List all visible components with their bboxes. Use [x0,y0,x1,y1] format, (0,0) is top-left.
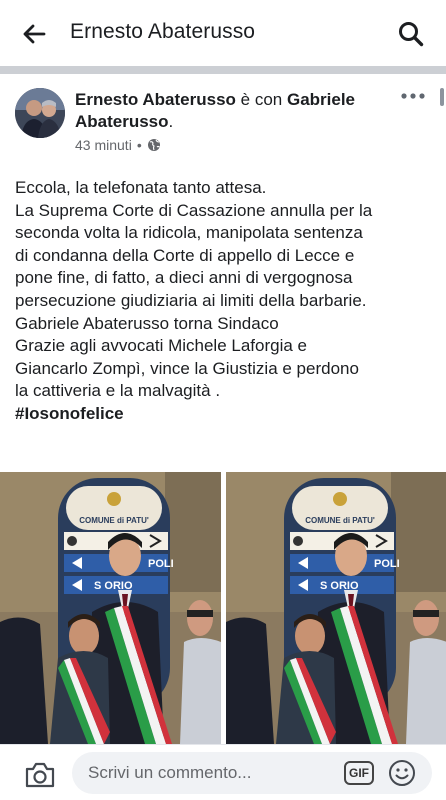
author-name[interactable]: Ernesto Abaterusso [75,90,236,109]
post: Ernesto Abaterusso è con Gabriele Abater… [0,74,446,744]
hashtag-link[interactable]: #Iosonofelice [15,403,435,426]
meta-separator: • [136,137,142,153]
post-meta: 43 minuti • [75,137,161,153]
with-text: è con [235,90,287,109]
emoji-button[interactable] [388,759,416,787]
comment-placeholder: Scrivi un commento... [88,763,252,782]
post-photo[interactable]: COMUNE di PATU' POLI S ORIO [225,472,446,744]
post-text-line: di condanna della Corte di appello di Le… [15,245,355,265]
post-text: Eccola, la telefonata tanto attesa. La S… [15,177,435,426]
post-text-line: Giancarlo Zompì, vince la Giustizia e pe… [15,358,359,378]
post-time[interactable]: 43 minuti [75,137,132,153]
photo-grid: COMUNE di PATU' POLI S ORIO COMUNE di PA… [0,472,446,744]
sign-row1-text: POLI [148,558,174,570]
section-divider [0,66,446,74]
smiley-icon [389,760,415,786]
post-text-line: pone fine, di fatto, a dieci anni di ver… [15,268,353,288]
camera-button[interactable] [24,761,56,789]
search-icon [399,22,424,47]
arrow-left-icon [23,24,46,44]
globe-icon [147,139,160,151]
post-photo[interactable]: COMUNE di PATU' POLI S ORIO [0,472,221,744]
page-title: Ernesto Abaterusso [70,20,256,43]
back-button[interactable] [20,20,48,48]
post-text-line: Gabriele Abaterusso torna Sindaco [15,313,279,333]
camera-icon [25,762,55,788]
comment-input[interactable]: Scrivi un commento... GIF [72,752,432,794]
sign-title-text: COMUNE di PATU' [79,516,149,525]
post-text-line: Grazie agli avvocati Michele Laforgia e [15,336,307,356]
post-text-line: La Suprema Corte di Cassazione annulla p… [15,200,373,220]
post-text-line: la cattiveria e la malvagità . [15,381,221,401]
post-text-line: Eccola, la telefonata tanto attesa. [15,178,267,197]
top-bar: Ernesto Abaterusso [0,0,446,66]
comment-composer: Scrivi un commento... GIF [0,744,446,800]
avatar[interactable] [15,88,65,138]
more-dots-icon [401,93,425,99]
post-text-line: persecuzione giudiziaria ai limiti della… [15,290,367,310]
post-text-line: seconda volta la ridicola, manipolata se… [15,223,363,243]
scrollbar[interactable] [440,88,444,106]
more-options-button[interactable] [398,86,428,106]
post-header: Ernesto Abaterusso è con Gabriele Abater… [75,89,395,133]
sign-title-text: COMUNE di PATU' [305,516,375,525]
search-button[interactable] [396,19,426,49]
sign-row1-text: POLI [374,558,400,570]
tagged-suffix: . [168,112,174,131]
gif-button[interactable]: GIF [344,761,374,785]
